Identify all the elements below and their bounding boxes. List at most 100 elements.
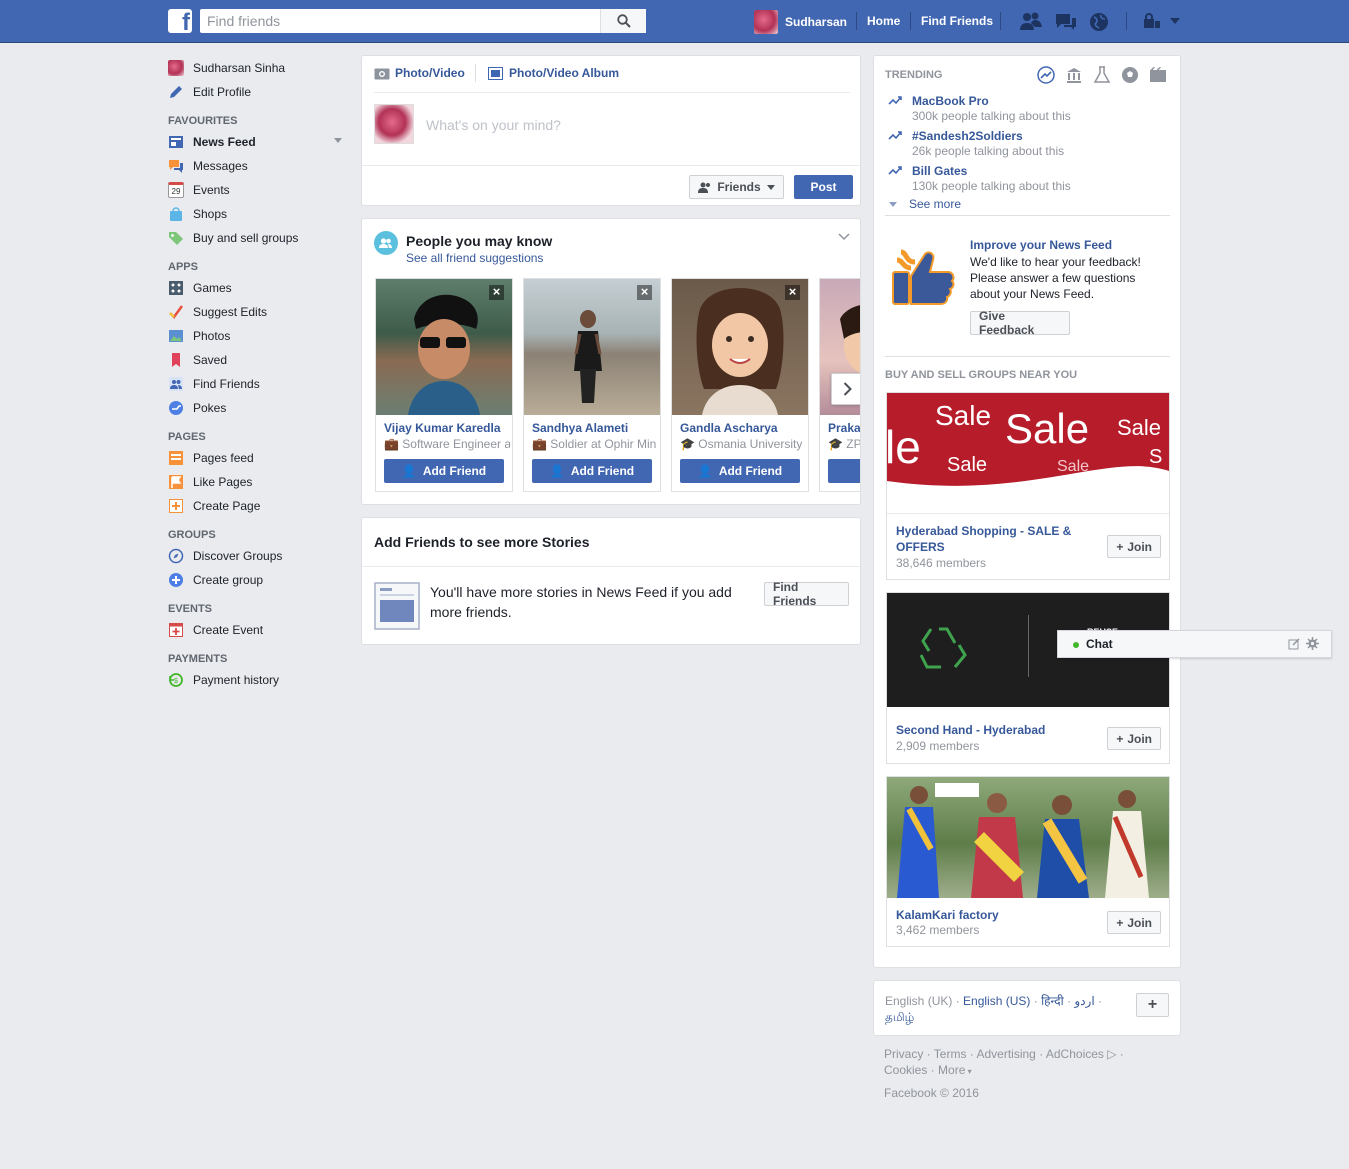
adchoices-link[interactable]: AdChoices	[1046, 1047, 1104, 1061]
group-name[interactable]: KalamKari factory	[896, 907, 999, 923]
group-name[interactable]: Hyderabad Shopping - SALE & OFFERS	[896, 523, 1076, 555]
divider	[362, 165, 860, 166]
sidebar-item-create-group[interactable]: Create group	[168, 568, 348, 592]
trending-topic[interactable]: #Sandesh2Soldiers	[912, 129, 1023, 143]
trending-count: 300k people talking about this	[912, 109, 1071, 123]
home-link[interactable]: Home	[867, 14, 900, 28]
trending-item[interactable]: Bill Gates 130k people talking about this	[888, 164, 1071, 199]
close-icon[interactable]: ×	[637, 285, 652, 300]
sidebar-item-suggest-edits[interactable]: Suggest Edits	[168, 300, 348, 324]
trending-topic[interactable]: MacBook Pro	[912, 94, 989, 108]
person-work: Soldier at Ophir Min	[550, 437, 657, 451]
plus-circle-icon	[169, 573, 183, 587]
chat-bar[interactable]: Chat	[1057, 630, 1332, 658]
sidebar-item-find-friends[interactable]: Find Friends	[168, 372, 348, 396]
status-input[interactable]: What's on your mind?	[426, 117, 561, 133]
photo-album-tab[interactable]: Photo/Video Album	[488, 65, 619, 81]
find-friends-link[interactable]: Find Friends	[921, 14, 993, 28]
divider	[885, 356, 1170, 357]
caret-down-icon: ▾	[965, 1067, 972, 1076]
audience-selector[interactable]: Friends	[689, 175, 784, 199]
new-message-icon[interactable]	[1288, 638, 1300, 650]
language-link[interactable]: English (US)	[963, 994, 1030, 1008]
photo-video-tab[interactable]: Photo/Video	[374, 65, 465, 81]
advertising-link[interactable]: Advertising	[976, 1047, 1035, 1061]
more-languages-button[interactable]: +	[1136, 993, 1169, 1017]
join-group-button[interactable]: + Join	[1107, 535, 1161, 558]
find-friends-button[interactable]: Find Friends	[764, 580, 849, 608]
facebook-logo-icon[interactable]: f	[168, 9, 192, 33]
search-box	[200, 9, 646, 33]
feedback-title[interactable]: Improve your News Feed	[970, 238, 1112, 252]
chevron-down-icon[interactable]	[838, 233, 850, 241]
sidebar-item-edit-profile[interactable]: Edit Profile	[168, 80, 348, 104]
sidebar-item-pokes[interactable]: Pokes	[168, 396, 348, 420]
sidebar-item-saved[interactable]: Saved	[168, 348, 348, 372]
sidebar-item-pages-feed[interactable]: Pages feed	[168, 446, 348, 470]
entertainment-icon[interactable]	[1149, 66, 1167, 84]
sidebar-item-news-feed[interactable]: News Feed	[168, 130, 348, 154]
search-input[interactable]	[200, 9, 600, 33]
privacy-link[interactable]: Privacy	[884, 1047, 923, 1061]
add-friend-button[interactable]: 👤 Add Friend	[680, 459, 800, 483]
see-all-suggestions-link[interactable]: See all friend suggestions	[406, 251, 543, 265]
friend-requests-icon[interactable]	[1019, 11, 1043, 31]
globe-notifications-icon[interactable]	[1088, 11, 1110, 33]
plus-icon: +	[1147, 996, 1158, 1013]
messages-icon[interactable]	[1054, 11, 1078, 31]
join-group-button[interactable]: + Join	[1107, 911, 1161, 934]
add-friend-button[interactable]: 👤	[828, 459, 860, 483]
close-icon[interactable]: ×	[785, 285, 800, 300]
give-feedback-button[interactable]: Give Feedback	[970, 309, 1070, 337]
group-cover-photo[interactable]: Sale Sale Sale le Sale Sale S	[887, 393, 1169, 513]
trending-topic[interactable]: Bill Gates	[912, 164, 967, 178]
sidebar-item-create-event[interactable]: Create Event	[168, 618, 348, 642]
see-more-link[interactable]: See more	[889, 197, 961, 211]
sidebar-item-buy-sell-groups[interactable]: Buy and sell groups	[168, 226, 348, 250]
sidebar-item-discover-groups[interactable]: Discover Groups	[168, 544, 348, 568]
sidebar-item-profile[interactable]: Sudharsan Sinha	[168, 56, 348, 80]
trending-item[interactable]: #Sandesh2Soldiers 26k people talking abou…	[888, 129, 1064, 164]
sidebar-item-photos[interactable]: Photos	[168, 324, 348, 348]
flag-icon	[169, 475, 183, 489]
next-suggestions-button[interactable]	[831, 373, 860, 405]
search-button[interactable]	[600, 9, 646, 33]
trending-top-icon[interactable]	[1037, 66, 1055, 84]
gear-icon[interactable]	[1306, 637, 1319, 650]
sidebar-item-shops[interactable]: Shops	[168, 202, 348, 226]
sidebar-item-messages[interactable]: Messages	[168, 154, 348, 178]
join-group-button[interactable]: + Join	[1107, 727, 1161, 750]
section-heading-favourites: FAVOURITES	[168, 115, 238, 127]
sidebar-item-games[interactable]: Games	[168, 276, 348, 300]
svg-text:Sale: Sale	[947, 454, 987, 476]
profile-name: Sudharsan	[785, 15, 848, 29]
add-friend-button[interactable]: 👤 Add Friend	[384, 459, 504, 483]
caret-down-icon[interactable]	[334, 138, 342, 143]
group-cover-photo[interactable]	[887, 777, 1169, 898]
add-friend-button[interactable]: 👤 Add Friend	[532, 459, 652, 483]
terms-link[interactable]: Terms	[934, 1047, 967, 1061]
group-name[interactable]: Second Hand - Hyderabad	[896, 722, 1045, 738]
post-button[interactable]: Post	[794, 175, 853, 199]
sidebar-item-like-pages[interactable]: Like Pages	[168, 470, 348, 494]
sidebar-item-payment-history[interactable]: $ Payment history	[168, 668, 348, 692]
language-link[interactable]: தமிழ்	[885, 1010, 914, 1024]
close-icon[interactable]: ×	[489, 285, 504, 300]
language-link[interactable]: اردو	[1074, 994, 1094, 1008]
cookies-link[interactable]: Cookies	[884, 1063, 927, 1077]
person-name[interactable]: Vijay Kumar Karedla	[384, 421, 510, 435]
profile-link[interactable]: Sudharsan	[754, 10, 847, 34]
trending-count: 130k people talking about this	[912, 179, 1071, 193]
language-link[interactable]: हिन्दी	[1041, 994, 1064, 1008]
person-name[interactable]: Praka	[828, 421, 860, 435]
trending-item[interactable]: MacBook Pro 300k people talking about thi…	[888, 94, 1071, 129]
person-name[interactable]: Gandla Ascharya	[680, 421, 806, 435]
person-name[interactable]: Sandhya Alameti	[532, 421, 658, 435]
sports-icon[interactable]	[1121, 66, 1139, 84]
science-icon[interactable]	[1093, 66, 1111, 84]
politics-icon[interactable]	[1065, 66, 1083, 84]
more-link[interactable]: More	[938, 1063, 965, 1077]
sidebar-item-events[interactable]: 29 Events	[168, 178, 348, 202]
privacy-shortcuts-icon[interactable]	[1143, 13, 1183, 29]
sidebar-item-create-page[interactable]: Create Page	[168, 494, 348, 518]
